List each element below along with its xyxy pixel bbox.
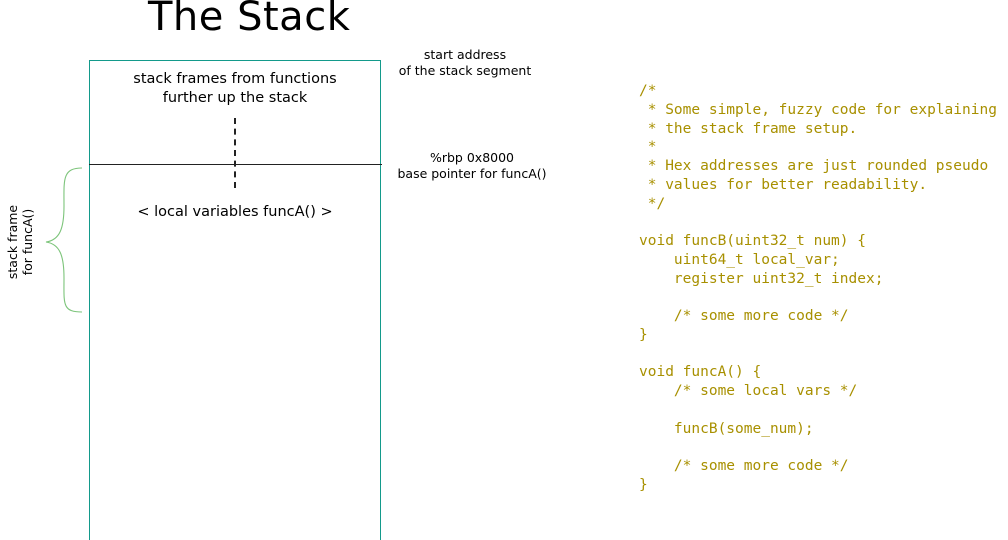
upper-stack-frames-line2: further up the stack xyxy=(162,90,308,106)
start-address-annotation: start address of the stack segment xyxy=(395,47,535,79)
code-line: funcB(some_num); xyxy=(639,420,814,437)
upper-stack-frames-line1: stack frames from functions xyxy=(133,71,337,87)
curly-brace-icon xyxy=(45,167,83,313)
code-line: /* some local vars */ xyxy=(639,383,858,399)
code-line: * the stack frame setup. xyxy=(639,120,858,137)
code-line: /* some more code */ xyxy=(639,458,849,474)
code-line: * values for better readability. xyxy=(639,176,928,193)
code-line: */ xyxy=(639,195,666,212)
code-line: void funcB(uint32_t num) { xyxy=(639,233,866,249)
base-pointer-line1: %rbp 0x8000 xyxy=(429,150,515,165)
dashed-continuation-line xyxy=(234,118,236,188)
code-line: } xyxy=(639,326,648,343)
stack-frame-label: stack frame for funcA() xyxy=(0,200,40,280)
code-line: /* xyxy=(639,83,657,99)
code-line: uint64_t local_var; xyxy=(639,251,840,268)
code-line: * Hex addresses are just rounded pseudo xyxy=(639,158,989,174)
code-line: /* some more code */ xyxy=(639,308,849,324)
code-line: * Some simple, fuzzy code for explaining xyxy=(639,101,997,118)
diagram-title: The Stack xyxy=(148,0,351,40)
base-pointer-annotation: %rbp 0x8000 base pointer for funcA() xyxy=(393,150,551,182)
start-address-line2: of the stack segment xyxy=(398,63,532,78)
code-line: } xyxy=(639,476,648,493)
code-line: register uint32_t index; xyxy=(639,270,884,287)
stack-frame-label-line2: for funcA() xyxy=(20,208,35,276)
code-line: void funcA() { xyxy=(639,364,762,381)
local-variables-label: < local variables funcA() > xyxy=(137,204,333,220)
start-address-line1: start address xyxy=(423,47,507,62)
code-line: * xyxy=(639,139,657,156)
upper-stack-frames-label: stack frames from functions further up t… xyxy=(100,70,370,108)
base-pointer-line2: base pointer for funcA() xyxy=(397,166,547,181)
stack-frame-label-rotated: stack frame for funcA() xyxy=(5,205,35,279)
code-listing: /* * Some simple, fuzzy code for explain… xyxy=(639,82,997,495)
stack-frame-label-line1: stack frame xyxy=(5,204,20,280)
